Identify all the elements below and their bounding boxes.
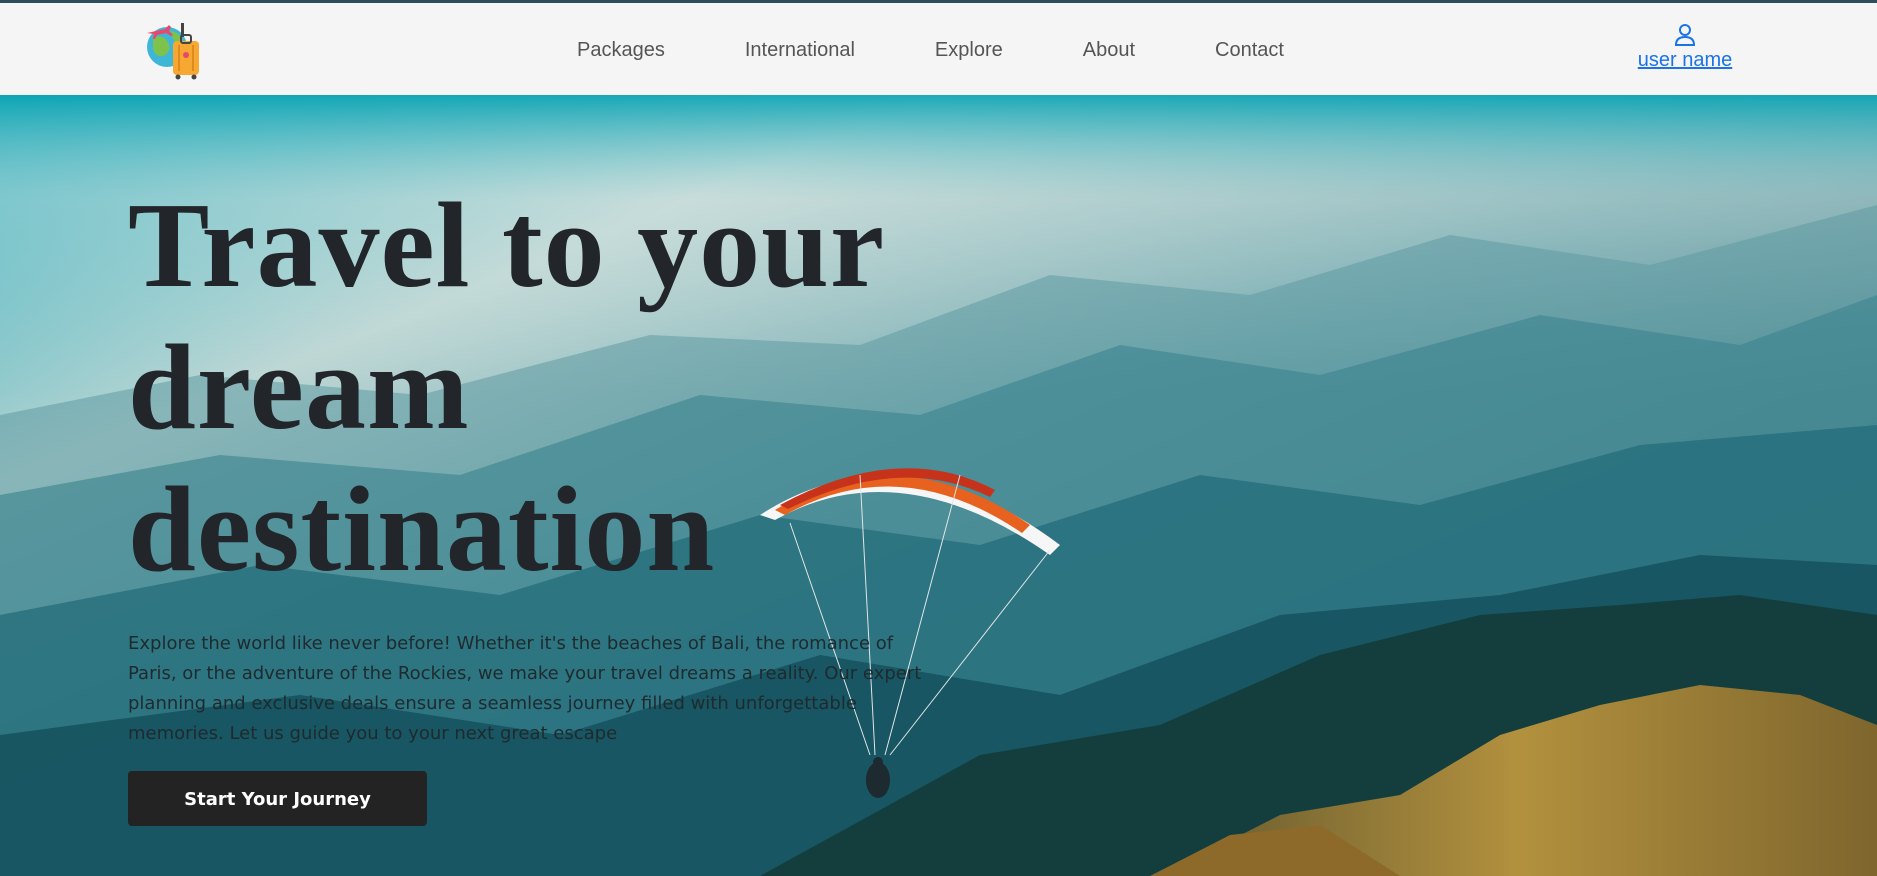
navbar: Packages International Explore About Con… <box>0 0 1877 95</box>
hero-description: Explore the world like never before! Whe… <box>128 633 922 744</box>
hero-title-line-1: Travel to your <box>128 178 886 313</box>
page: Packages International Explore About Con… <box>0 0 1877 876</box>
hero-section: Travel to your dream destination Explore… <box>0 95 1877 876</box>
nav-contact[interactable]: Contact <box>1215 39 1284 62</box>
hero-title-line-2: dream <box>128 320 470 455</box>
nav-packages[interactable]: Packages <box>577 39 665 62</box>
hero-content: Travel to your dream destination Explore… <box>128 175 928 826</box>
start-journey-button[interactable]: Start Your Journey <box>128 771 427 826</box>
logo-icon[interactable] <box>143 19 205 81</box>
hero-title: Travel to your dream destination <box>128 175 928 601</box>
main-nav: Packages International Explore About Con… <box>577 39 1284 62</box>
nav-explore[interactable]: Explore <box>935 39 1003 62</box>
user-icon[interactable] <box>1674 23 1696 47</box>
nav-about[interactable]: About <box>1083 39 1135 62</box>
user-name-link[interactable]: user name <box>1638 49 1733 71</box>
nav-international[interactable]: International <box>745 39 855 62</box>
hero-title-line-3: destination <box>128 462 716 597</box>
user-menu[interactable]: user name <box>1630 23 1740 72</box>
